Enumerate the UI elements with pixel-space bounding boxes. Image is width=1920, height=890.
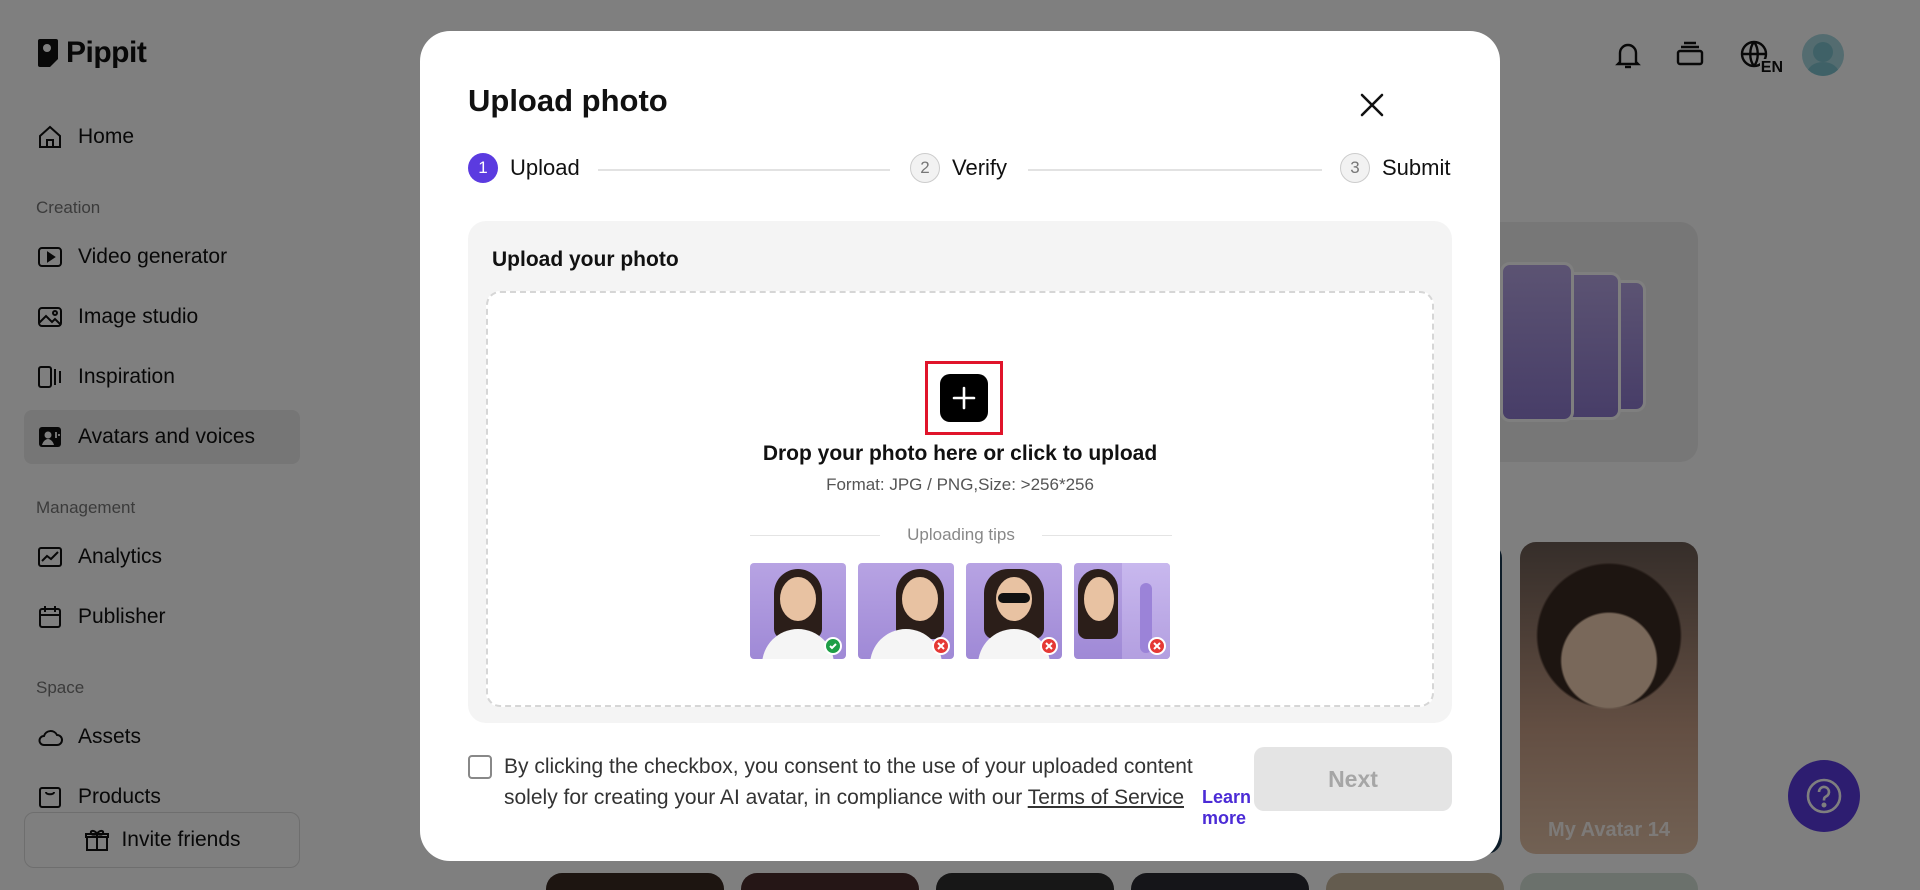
tip-example-sunglasses — [966, 563, 1062, 659]
cross-icon — [1148, 637, 1166, 655]
close-button[interactable] — [1350, 83, 1394, 127]
plus-icon — [952, 386, 976, 410]
step-upload: 1 Upload — [468, 153, 580, 183]
step-connector — [598, 169, 890, 171]
close-icon — [1360, 93, 1384, 117]
consent-checkbox[interactable] — [468, 755, 492, 779]
step-number: 1 — [468, 153, 498, 183]
cross-icon — [932, 637, 950, 655]
stepper: 1 Upload 2 Verify 3 Submit — [468, 153, 1452, 185]
tip-example-multiple-shots — [1074, 563, 1170, 659]
terms-link[interactable]: Terms of Service — [1028, 786, 1184, 809]
step-verify: 2 Verify — [910, 153, 1007, 183]
tip-example-good — [750, 563, 846, 659]
panel-title: Upload your photo — [492, 248, 679, 271]
step-label: Upload — [510, 155, 580, 180]
highlight-frame — [925, 361, 1003, 435]
check-icon — [824, 637, 842, 655]
tip-examples — [750, 563, 1170, 659]
step-label: Submit — [1382, 155, 1451, 180]
step-number: 2 — [910, 153, 940, 183]
step-label: Verify — [952, 155, 1008, 180]
drop-instructions: Drop your photo here or click to upload — [762, 442, 1158, 465]
learn-more-link[interactable]: Learn more — [1184, 787, 1252, 829]
step-submit: 3 Submit — [1340, 153, 1450, 183]
tip-example-side-profile — [858, 563, 954, 659]
uploading-tips-divider: Uploading tips — [750, 525, 1172, 545]
cross-icon — [1040, 637, 1058, 655]
step-connector — [1028, 169, 1322, 171]
upload-button[interactable] — [940, 374, 988, 422]
dialog-title: Upload photo — [468, 83, 668, 118]
photo-dropzone[interactable]: Drop your photo here or click to upload … — [486, 291, 1434, 707]
consent-text: By clicking the checkbox, you consent to… — [504, 751, 1234, 813]
uploading-tips-label: Uploading tips — [907, 525, 1015, 544]
step-number: 3 — [1340, 153, 1370, 183]
next-button[interactable]: Next — [1254, 747, 1452, 811]
format-requirements: Format: JPG / PNG,Size: >256*256 — [826, 475, 1094, 494]
upload-photo-dialog: Upload photo 1 Upload 2 Verify 3 Submit … — [420, 31, 1500, 861]
upload-panel: Upload your photo Drop your photo here o… — [468, 221, 1452, 723]
